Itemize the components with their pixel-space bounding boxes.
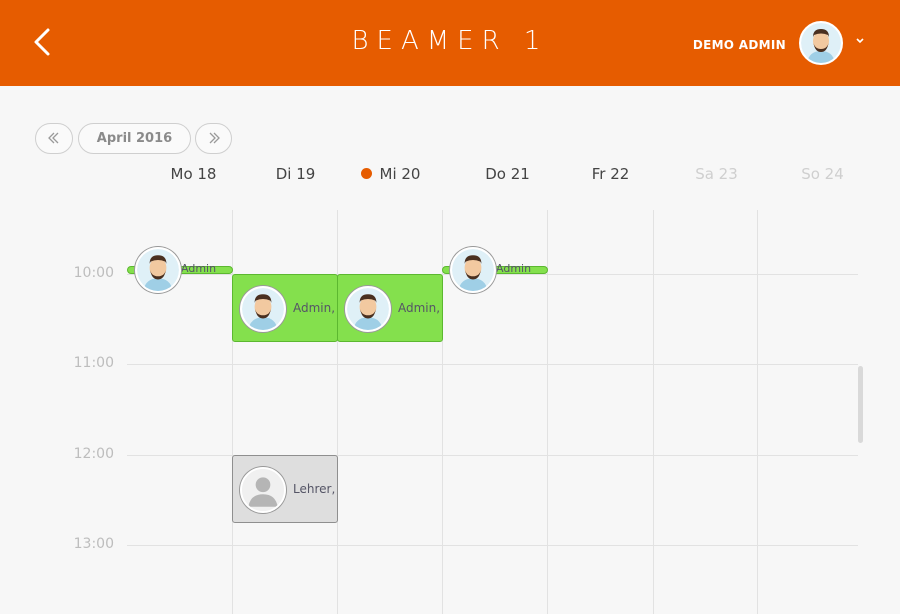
day-header-di: Di 19 <box>275 165 316 183</box>
event-avatar <box>135 247 181 293</box>
day-header-so: So 24 <box>801 165 844 183</box>
day-column-divider <box>757 210 758 614</box>
double-chevron-right-icon <box>209 132 220 144</box>
event-avatar <box>450 247 496 293</box>
hour-line <box>127 545 858 546</box>
user-placeholder-icon <box>242 469 284 511</box>
day-header-fr: Fr 22 <box>591 165 630 183</box>
day-header-sa: Sa 23 <box>695 165 738 183</box>
event-block-di[interactable]: Admin, <box>232 274 338 342</box>
user-avatar[interactable] <box>799 21 843 65</box>
time-label: 13:00 <box>73 536 114 552</box>
hour-line <box>127 364 858 365</box>
avatar-icon <box>137 249 179 291</box>
day-column-divider <box>653 210 654 614</box>
event-avatar <box>240 467 286 513</box>
month-selector[interactable]: April 2016 <box>78 123 191 154</box>
event-block-lehrer[interactable]: Lehrer, <box>232 455 338 523</box>
time-label: 12:00 <box>73 446 114 462</box>
day-header-do: Do 21 <box>485 165 530 183</box>
event-label: Admin, <box>398 301 441 315</box>
event-block-mi[interactable]: Admin, <box>337 274 443 342</box>
avatar-icon <box>801 23 841 63</box>
day-header-mi: Mi 20 <box>338 165 443 183</box>
chevron-down-icon[interactable] <box>855 36 865 46</box>
time-label: 11:00 <box>73 355 114 371</box>
previous-week-button[interactable] <box>35 123 73 154</box>
avatar-icon <box>242 288 284 330</box>
day-header-mo: Mo 18 <box>170 165 217 183</box>
avatar-icon <box>452 249 494 291</box>
event-avatar <box>240 286 286 332</box>
event-label: Lehrer, <box>293 482 336 496</box>
next-week-button[interactable] <box>195 123 232 154</box>
app-header: BEAMER 1 DEMO ADMIN <box>0 0 900 86</box>
today-indicator <box>360 168 372 179</box>
time-label: 10:00 <box>73 265 114 281</box>
user-name[interactable]: DEMO ADMIN <box>693 38 786 52</box>
event-label: Admin, <box>293 301 336 315</box>
avatar-icon <box>347 288 389 330</box>
scrollbar[interactable] <box>858 366 863 443</box>
day-column-divider <box>337 210 338 614</box>
double-chevron-left-icon <box>48 132 59 144</box>
event-avatar <box>345 286 391 332</box>
